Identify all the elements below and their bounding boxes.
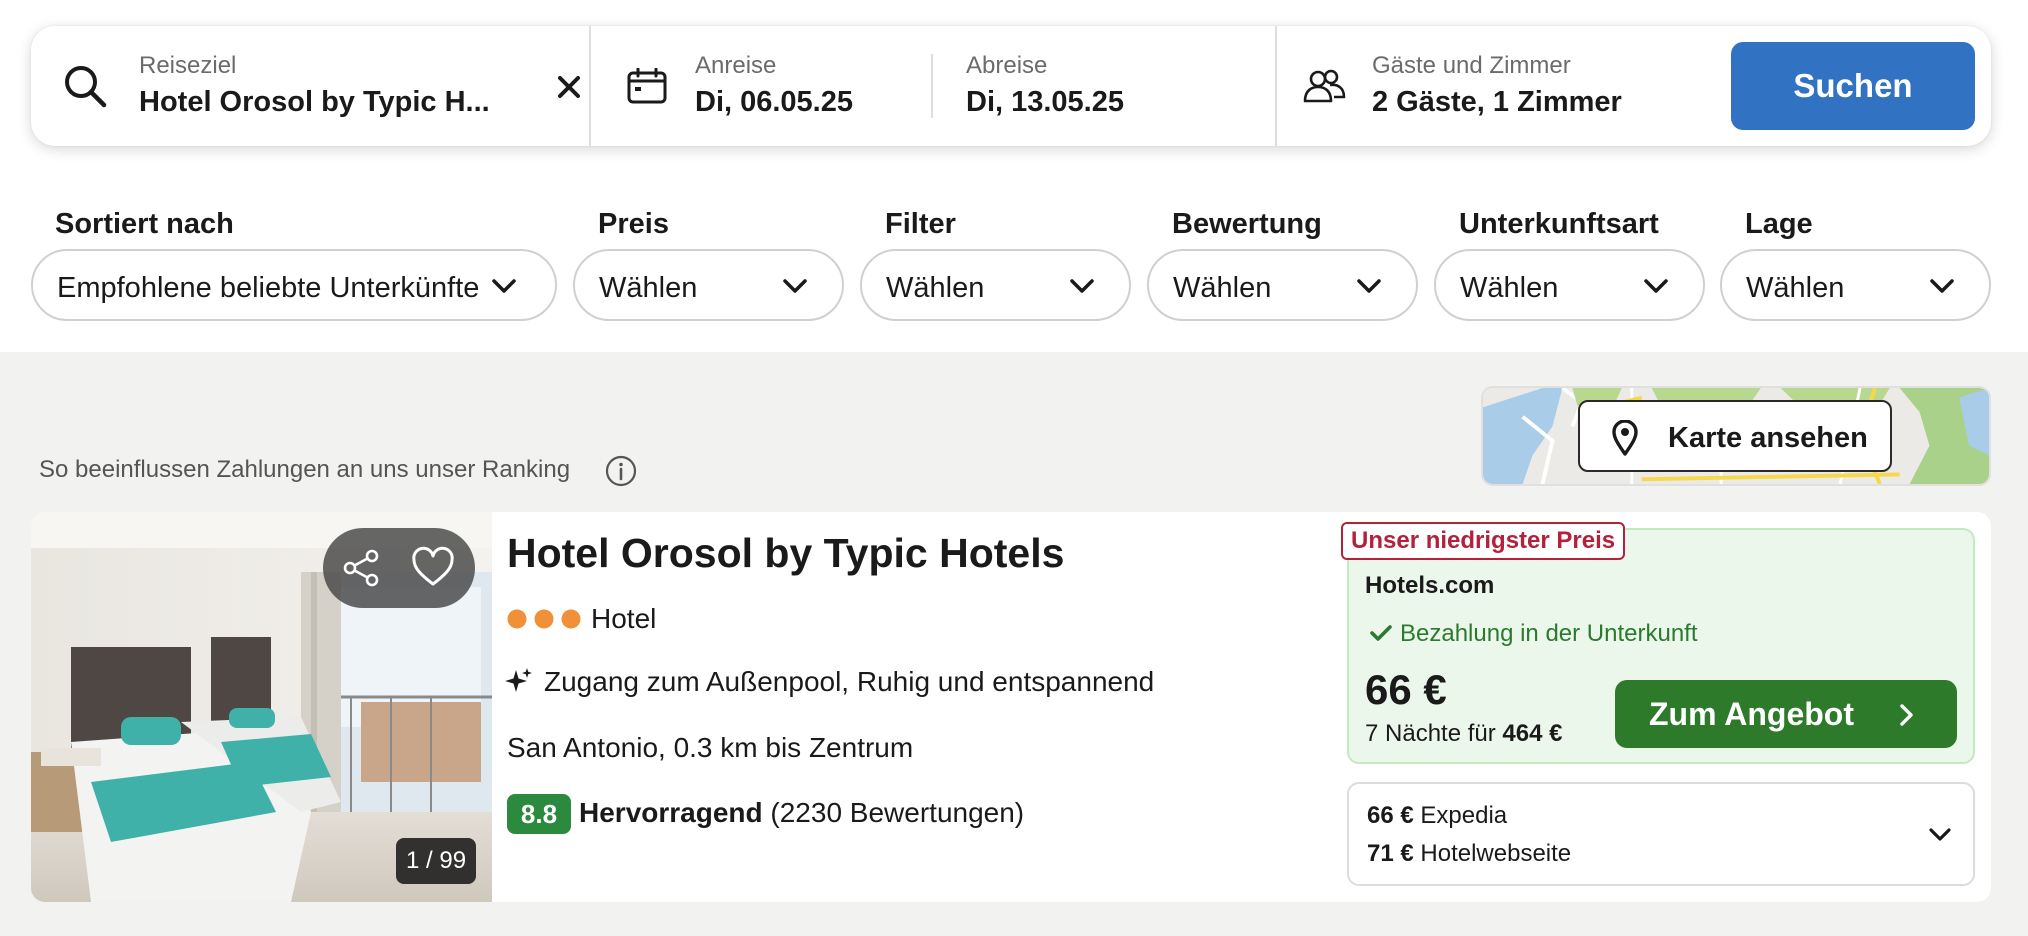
hotel-card: 1 / 99 Hotel Orosol by Typic Hotels Hote…: [31, 512, 1991, 902]
view-map-button[interactable]: Karte ansehen: [1578, 400, 1892, 472]
location-select-value: Wählen: [1746, 272, 1845, 304]
lowest-price-badge: Unser niedrigster Preis: [1341, 522, 1626, 560]
rating-text[interactable]: Hervorragend (2230 Bewertungen): [579, 797, 1024, 829]
location-select[interactable]: Wählen: [1720, 249, 1991, 321]
total-price: 464 €: [1502, 720, 1563, 747]
filter-select-value: Wählen: [886, 272, 985, 304]
deal-provider: Hotels.com: [1365, 572, 1495, 599]
hotel-type: Hotel: [591, 603, 657, 634]
chevron-down-icon: [1357, 279, 1381, 293]
offer-provider: Hotelwebseite: [1420, 840, 1572, 867]
chevron-right-icon: [1900, 704, 1913, 726]
total-price-text: 7 Nächte für 464 €: [1365, 720, 1562, 748]
rating-select[interactable]: Wählen: [1147, 249, 1418, 321]
sparkle-icon: [505, 668, 532, 692]
offer-row: 66 € Expedia: [1367, 802, 1507, 830]
checkout-field[interactable]: Di, 13.05.25: [966, 86, 1124, 119]
photo-counter: 1 / 99: [396, 838, 477, 884]
location-text: San Antonio, 0.3 km bis Zentrum: [507, 732, 914, 763]
guests-field[interactable]: 2 Gäste, 1 Zimmer: [1372, 86, 1622, 119]
property-type-select[interactable]: Wählen: [1434, 249, 1705, 321]
info-icon[interactable]: [605, 455, 637, 487]
calendar-icon: [627, 68, 667, 104]
rating-label: Hervorragend: [579, 797, 763, 828]
chevron-down-icon: [492, 279, 516, 293]
guests-icon: [1303, 69, 1346, 103]
guests-label: Gäste und Zimmer: [1372, 52, 1571, 79]
checkin-label: Anreise: [695, 52, 777, 79]
photo-actions: [323, 528, 475, 608]
offer-provider: Expedia: [1420, 802, 1508, 829]
hotel-name[interactable]: Hotel Orosol by Typic Hotels: [507, 530, 1064, 577]
offer-row: 71 € Hotelwebseite: [1367, 840, 1571, 868]
sort-select-value: Empfohlene beliebte Unterkünfte: [57, 272, 480, 304]
rating-score-badge: 8.8: [507, 794, 571, 834]
other-offers-dropdown[interactable]: 66 € Expedia 71 € Hotelwebseite: [1347, 782, 1975, 886]
destination-label: Reiseziel: [139, 52, 237, 79]
view-map-label: Karte ansehen: [1668, 422, 1868, 454]
search-button[interactable]: Suchen: [1731, 42, 1975, 130]
divider: [931, 54, 933, 118]
chevron-down-icon: [1929, 828, 1951, 841]
search-bar: Reiseziel Hotel Orosol by Typic H... Anr…: [31, 26, 1991, 146]
sort-select[interactable]: Empfohlene beliebte Unterkünfte: [31, 249, 557, 321]
checkin-field[interactable]: Di, 06.05.25: [695, 86, 853, 119]
view-deal-label: Zum Angebot: [1649, 695, 1854, 732]
search-icon: [65, 66, 107, 108]
star-rating: [507, 609, 581, 629]
filter-label-property-type: Unterkunftsart: [1459, 208, 1659, 240]
amenities-text: Zugang zum Außenpool, Ruhig und entspann…: [544, 666, 1155, 697]
chevron-down-icon: [1644, 279, 1668, 293]
filter-label-location: Lage: [1745, 208, 1813, 240]
price-select[interactable]: Wählen: [573, 249, 844, 321]
filter-label-price: Preis: [598, 208, 669, 240]
chevron-down-icon: [1070, 279, 1094, 293]
filter-select[interactable]: Wählen: [860, 249, 1131, 321]
filter-label-rating: Bewertung: [1172, 208, 1322, 240]
checkout-label: Abreise: [966, 52, 1048, 79]
heart-icon[interactable]: [411, 546, 455, 590]
divider: [1275, 26, 1277, 146]
map-pin-icon: [1612, 420, 1638, 456]
rating-select-value: Wählen: [1173, 272, 1272, 304]
nightly-price: 66 €: [1365, 666, 1447, 713]
chevron-down-icon: [1930, 279, 1954, 293]
checkmark-icon: [1370, 625, 1392, 641]
view-deal-button[interactable]: Zum Angebot: [1615, 680, 1957, 748]
price-select-value: Wählen: [599, 272, 698, 304]
filter-label-sort: Sortiert nach: [55, 208, 234, 240]
chevron-down-icon: [783, 279, 807, 293]
nights-label: 7 Nächte für: [1365, 720, 1496, 747]
ranking-note[interactable]: So beeinflussen Zahlungen an uns unser R…: [39, 456, 570, 484]
offer-price: 66 €: [1367, 802, 1414, 829]
offer-price: 71 €: [1367, 840, 1414, 867]
destination-field[interactable]: Hotel Orosol by Typic H...: [139, 86, 490, 119]
filter-label-filter: Filter: [885, 208, 956, 240]
close-icon[interactable]: [552, 70, 586, 104]
rating-count: (2230 Bewertungen): [770, 797, 1025, 828]
share-icon[interactable]: [339, 546, 383, 590]
divider: [589, 26, 591, 146]
property-type-select-value: Wählen: [1460, 272, 1559, 304]
payment-note: Bezahlung in der Unterkunft: [1400, 620, 1698, 647]
